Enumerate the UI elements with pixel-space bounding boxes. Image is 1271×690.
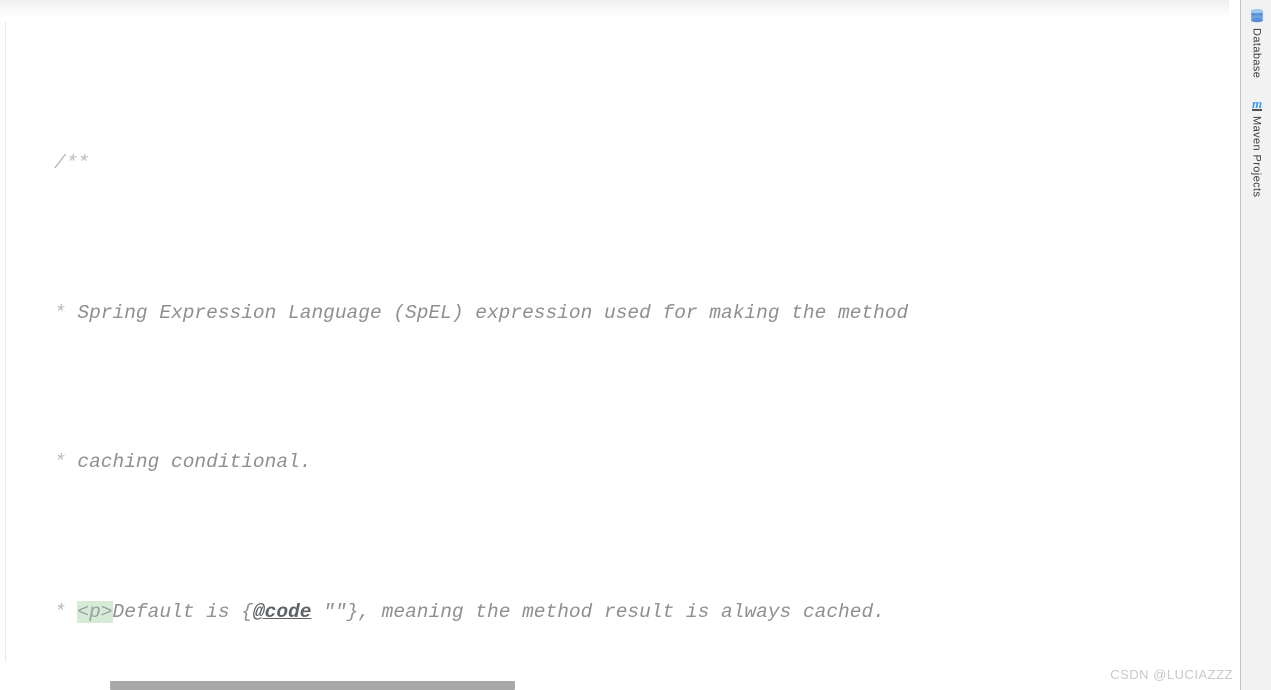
- comment-open: /**: [54, 152, 90, 175]
- svg-text:m: m: [1251, 96, 1261, 111]
- tool-window-bar-right: Database m Maven Projects: [1240, 0, 1271, 690]
- tool-window-label: Maven Projects: [1250, 116, 1263, 198]
- code-editor[interactable]: /** * Spring Expression Language (SpEL) …: [0, 0, 1229, 690]
- javadoc-text: Spring Expression Language (SpEL) expres…: [65, 301, 909, 324]
- database-icon: [1249, 8, 1265, 24]
- code-line-3[interactable]: * caching conditional.: [0, 444, 1229, 481]
- horizontal-scrollbar-thumb[interactable]: [110, 681, 515, 690]
- code-content[interactable]: /** * Spring Expression Language (SpEL) …: [0, 0, 1229, 690]
- comment-star: *: [54, 451, 66, 474]
- horizontal-scrollbar[interactable]: [0, 679, 1229, 690]
- javadoc-text: Default is {: [112, 601, 253, 624]
- tool-window-label: Database: [1250, 28, 1263, 79]
- code-line-2[interactable]: * Spring Expression Language (SpEL) expr…: [0, 295, 1229, 332]
- ide-window: /** * Spring Expression Language (SpEL) …: [0, 0, 1271, 690]
- comment-star: *: [54, 301, 66, 324]
- maven-m-icon: m: [1249, 96, 1265, 112]
- comment-star: *: [54, 601, 66, 624]
- code-line-1[interactable]: /**: [0, 145, 1229, 182]
- code-line-4[interactable]: * <p>Default is {@code ""}, meaning the …: [0, 594, 1229, 631]
- javadoc-code-tag: @code: [252, 601, 312, 624]
- tool-window-button-database[interactable]: Database: [1241, 0, 1271, 88]
- javadoc-text: caching conditional.: [65, 451, 312, 474]
- javadoc-text: ""}, meaning the method result is always…: [311, 601, 885, 624]
- html-tag-p: <p>: [77, 601, 113, 624]
- tool-window-button-maven-projects[interactable]: m Maven Projects: [1241, 88, 1271, 207]
- watermark: CSDN @LUCIAZZZ: [1110, 667, 1233, 682]
